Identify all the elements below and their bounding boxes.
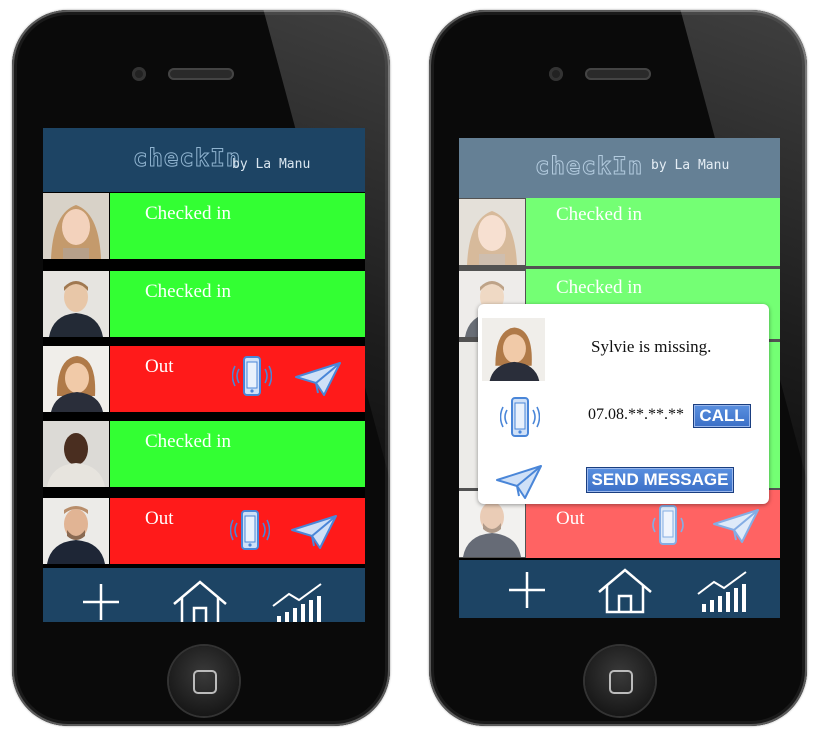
stats-icon[interactable]: [694, 566, 754, 614]
avatar: [43, 421, 109, 487]
status-bar: Out: [110, 346, 365, 412]
front-camera: [132, 67, 146, 81]
right-phone-frame: checkIn by La Manu Checked in Checked in: [429, 10, 807, 726]
send-message-icon[interactable]: [294, 361, 342, 397]
earpiece-speaker: [168, 68, 234, 80]
status-text: Out: [145, 508, 174, 529]
left-screen: checkIn by La Manu Checked in Checked in: [43, 128, 365, 622]
status-text: Checked in: [145, 203, 232, 224]
home-icon[interactable]: [170, 578, 230, 622]
send-message-icon[interactable]: [290, 514, 338, 550]
tab-bar: [459, 560, 780, 618]
call-button[interactable]: CALL: [693, 404, 751, 428]
earpiece-speaker: [585, 68, 651, 80]
tab-bar: [43, 568, 365, 622]
plus-icon[interactable]: [71, 578, 131, 622]
front-camera: [549, 67, 563, 81]
plus-icon[interactable]: [497, 566, 557, 614]
list-item[interactable]: Checked in: [43, 421, 365, 487]
home-button[interactable]: [169, 646, 239, 716]
call-phone-icon[interactable]: [230, 509, 270, 553]
send-message-icon: [496, 465, 542, 499]
avatar: [43, 193, 109, 259]
list-item[interactable]: Checked in: [43, 271, 365, 337]
avatar: [481, 318, 546, 381]
status-text: Out: [145, 356, 174, 377]
send-message-button[interactable]: SEND MESSAGE: [586, 467, 734, 493]
list-item[interactable]: Out: [43, 498, 365, 564]
app-byline: by La Manu: [232, 157, 311, 172]
left-phone-frame: checkIn by La Manu Checked in Checked in: [12, 10, 390, 726]
avatar: [43, 271, 109, 337]
list-item[interactable]: Checked in: [43, 193, 365, 259]
status-bar: Checked in: [110, 193, 365, 259]
missing-person-dialog: Sylvie is missing. 07.08.**.**.** CALL S…: [478, 304, 769, 504]
status-bar: Out: [110, 498, 365, 564]
home-icon[interactable]: [595, 566, 655, 614]
status-bar: Checked in: [110, 271, 365, 337]
avatar: [43, 498, 109, 564]
phone-number: 07.08.**.**.**: [588, 406, 684, 423]
status-text: Checked in: [145, 431, 232, 452]
dialog-title: Sylvie is missing.: [591, 337, 712, 356]
stats-icon[interactable]: [269, 578, 329, 622]
call-phone-icon: [500, 397, 540, 437]
right-screen: checkIn by La Manu Checked in Checked in: [459, 138, 780, 618]
app-logo: checkIn: [132, 144, 242, 173]
status-text: Checked in: [145, 281, 232, 302]
call-phone-icon[interactable]: [232, 355, 272, 399]
app-header: checkIn by La Manu: [43, 128, 365, 192]
avatar: [43, 346, 109, 412]
home-button[interactable]: [585, 646, 655, 716]
status-bar: Checked in: [110, 421, 365, 487]
list-item[interactable]: Out: [43, 346, 365, 412]
